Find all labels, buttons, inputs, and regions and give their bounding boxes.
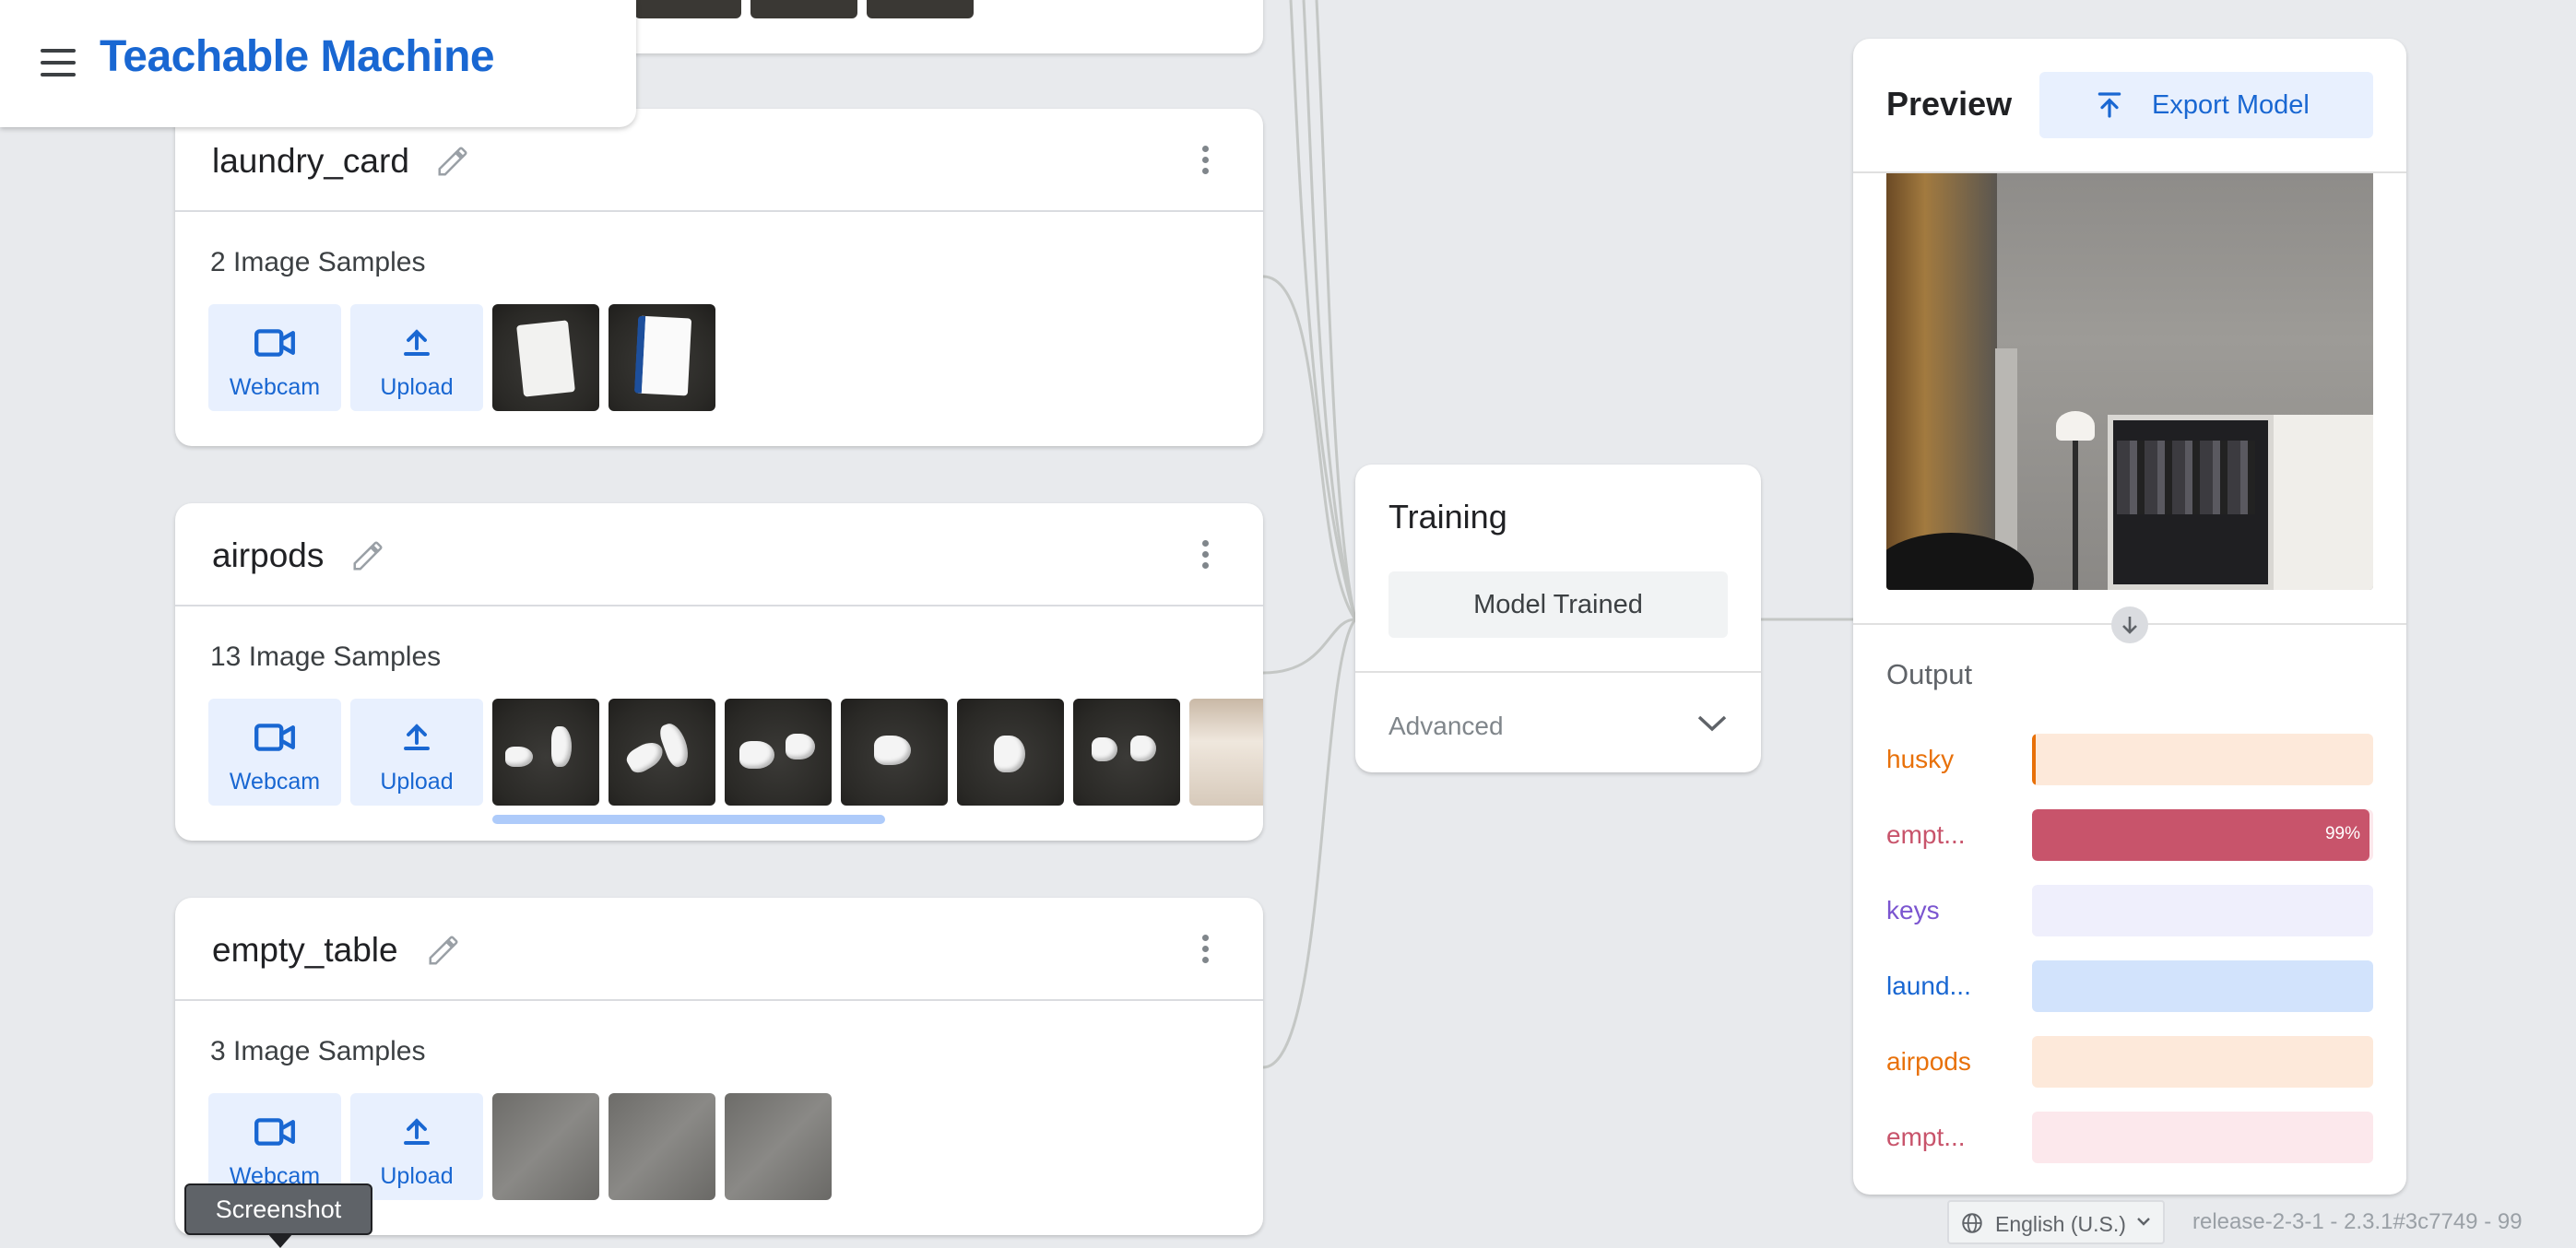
output-class-label: airpods — [1886, 1047, 1971, 1076]
advanced-toggle[interactable]: Advanced — [1388, 708, 1728, 745]
sample-thumbnail[interactable] — [1189, 699, 1263, 806]
confidence-fill — [2032, 734, 2036, 785]
training-panel: Training Model Trained Advanced — [1355, 465, 1761, 772]
output-row: laund... — [1886, 960, 2373, 1012]
hamburger-menu-icon[interactable] — [41, 49, 76, 77]
sample-count: 2 Image Samples — [210, 247, 426, 277]
app-header: Teachable Machine — [0, 0, 636, 127]
confidence-bar — [2032, 885, 2373, 936]
webcam-button[interactable]: Webcam — [208, 304, 341, 411]
training-title: Training — [1388, 498, 1507, 536]
more-options-icon[interactable] — [1202, 146, 1211, 177]
export-model-label: Export Model — [2152, 90, 2310, 120]
sample-count: 13 Image Samples — [210, 642, 442, 672]
globe-icon — [1962, 1213, 1982, 1233]
preview-panel: Preview Export Model Output husky empt...… — [1853, 39, 2406, 1195]
advanced-label: Advanced — [1388, 712, 1504, 740]
confidence-bar — [2032, 960, 2373, 1012]
class-card-laundry-card: laundry_card 2 Image Samples Webcam Uplo… — [175, 109, 1263, 446]
sample-thumbnail[interactable] — [634, 0, 741, 18]
sample-thumbnail[interactable] — [841, 699, 948, 806]
sample-thumbnail[interactable] — [492, 1093, 599, 1200]
class-card-airpods: airpods 13 Image Samples Webcam Upload — [175, 503, 1263, 841]
confidence-bar — [2032, 1112, 2373, 1163]
sample-row: Webcam Upload — [208, 304, 1263, 413]
confidence-bar — [2032, 734, 2373, 785]
confidence-bar: 99% — [2032, 809, 2373, 861]
output-row: empt... 99% — [1886, 809, 2373, 861]
sample-thumbnail[interactable] — [957, 699, 1064, 806]
confidence-fill — [2032, 809, 2370, 861]
upload-icon — [404, 329, 430, 356]
webcam-preview — [1886, 173, 2373, 590]
webcam-label: Webcam — [229, 769, 321, 795]
output-class-label: empt... — [1886, 1123, 1966, 1151]
divider — [1355, 671, 1761, 673]
sample-scrollbar[interactable] — [492, 815, 885, 824]
upload-label: Upload — [380, 769, 454, 795]
class-card-header: airpods — [175, 503, 1263, 606]
output-row: husky — [1886, 734, 2373, 785]
train-model-button[interactable]: Model Trained — [1388, 571, 1728, 638]
sample-thumbnail[interactable] — [609, 1093, 715, 1200]
tooltip-tail — [267, 1233, 293, 1248]
sample-thumbnail[interactable] — [725, 699, 832, 806]
more-options-icon[interactable] — [1202, 540, 1211, 571]
edit-pencil-icon[interactable] — [426, 933, 461, 968]
output-row: empt... — [1886, 1112, 2373, 1163]
sample-thumbnail[interactable] — [867, 0, 974, 18]
confidence-percent: 99% — [2324, 824, 2360, 843]
more-options-icon[interactable] — [1202, 935, 1211, 966]
export-model-button[interactable]: Export Model — [2039, 72, 2373, 138]
edit-pencil-icon[interactable] — [435, 144, 470, 179]
class-name[interactable]: airpods — [212, 536, 324, 575]
sample-thumbnail[interactable] — [609, 304, 715, 411]
upload-button[interactable]: Upload — [350, 304, 483, 411]
screenshot-tooltip: Screenshot — [184, 1183, 372, 1235]
webcam-button[interactable]: Webcam — [208, 699, 341, 806]
class-name[interactable]: laundry_card — [212, 142, 409, 181]
upload-icon — [404, 1118, 430, 1145]
arrow-down-icon — [2111, 606, 2148, 643]
upload-label: Upload — [380, 374, 454, 400]
output-row: airpods — [1886, 1036, 2373, 1088]
output-class-label: keys — [1886, 896, 1940, 924]
sample-thumbnail[interactable] — [1073, 699, 1180, 806]
sample-thumbnail[interactable] — [609, 699, 715, 806]
class-name[interactable]: empty_table — [212, 931, 398, 970]
upload-icon — [404, 724, 430, 750]
sample-thumbnail[interactable] — [750, 0, 857, 18]
confidence-bar — [2032, 1036, 2373, 1088]
output-title: Output — [1886, 658, 1973, 690]
upload-button[interactable]: Upload — [350, 699, 483, 806]
sample-thumbnail[interactable] — [492, 304, 599, 411]
class-card-header: empty_table — [175, 898, 1263, 1001]
sample-row: Webcam Upload — [208, 699, 1263, 807]
sample-thumbnail[interactable] — [725, 1093, 832, 1200]
output-class-label: husky — [1886, 745, 1955, 773]
chevron-down-icon — [1697, 715, 1727, 732]
sample-thumbnail[interactable] — [492, 699, 599, 806]
export-upload-icon — [2097, 92, 2121, 118]
output-class-label: empt... — [1886, 820, 1966, 849]
app-canvas: Teachable Machine laundry_card 2 Image S… — [0, 0, 2576, 1248]
output-class-label: laund... — [1886, 971, 1971, 1000]
videocam-icon — [254, 329, 295, 357]
app-title[interactable]: Teachable Machine — [100, 31, 495, 82]
edit-pencil-icon[interactable] — [350, 538, 385, 573]
output-row: keys — [1886, 885, 2373, 936]
webcam-label: Webcam — [229, 374, 321, 400]
language-label: English (U.S.) — [1995, 1212, 2126, 1236]
chevron-down-icon — [2137, 1218, 2150, 1226]
release-version: release-2-3-1 - 2.3.1#3c7749 - 99 — [2192, 1209, 2523, 1234]
videocam-icon — [254, 1118, 295, 1146]
preview-title: Preview — [1886, 85, 2013, 123]
sample-count: 3 Image Samples — [210, 1036, 426, 1066]
language-select[interactable]: English (U.S.) — [1947, 1200, 2165, 1244]
videocam-icon — [254, 724, 295, 751]
